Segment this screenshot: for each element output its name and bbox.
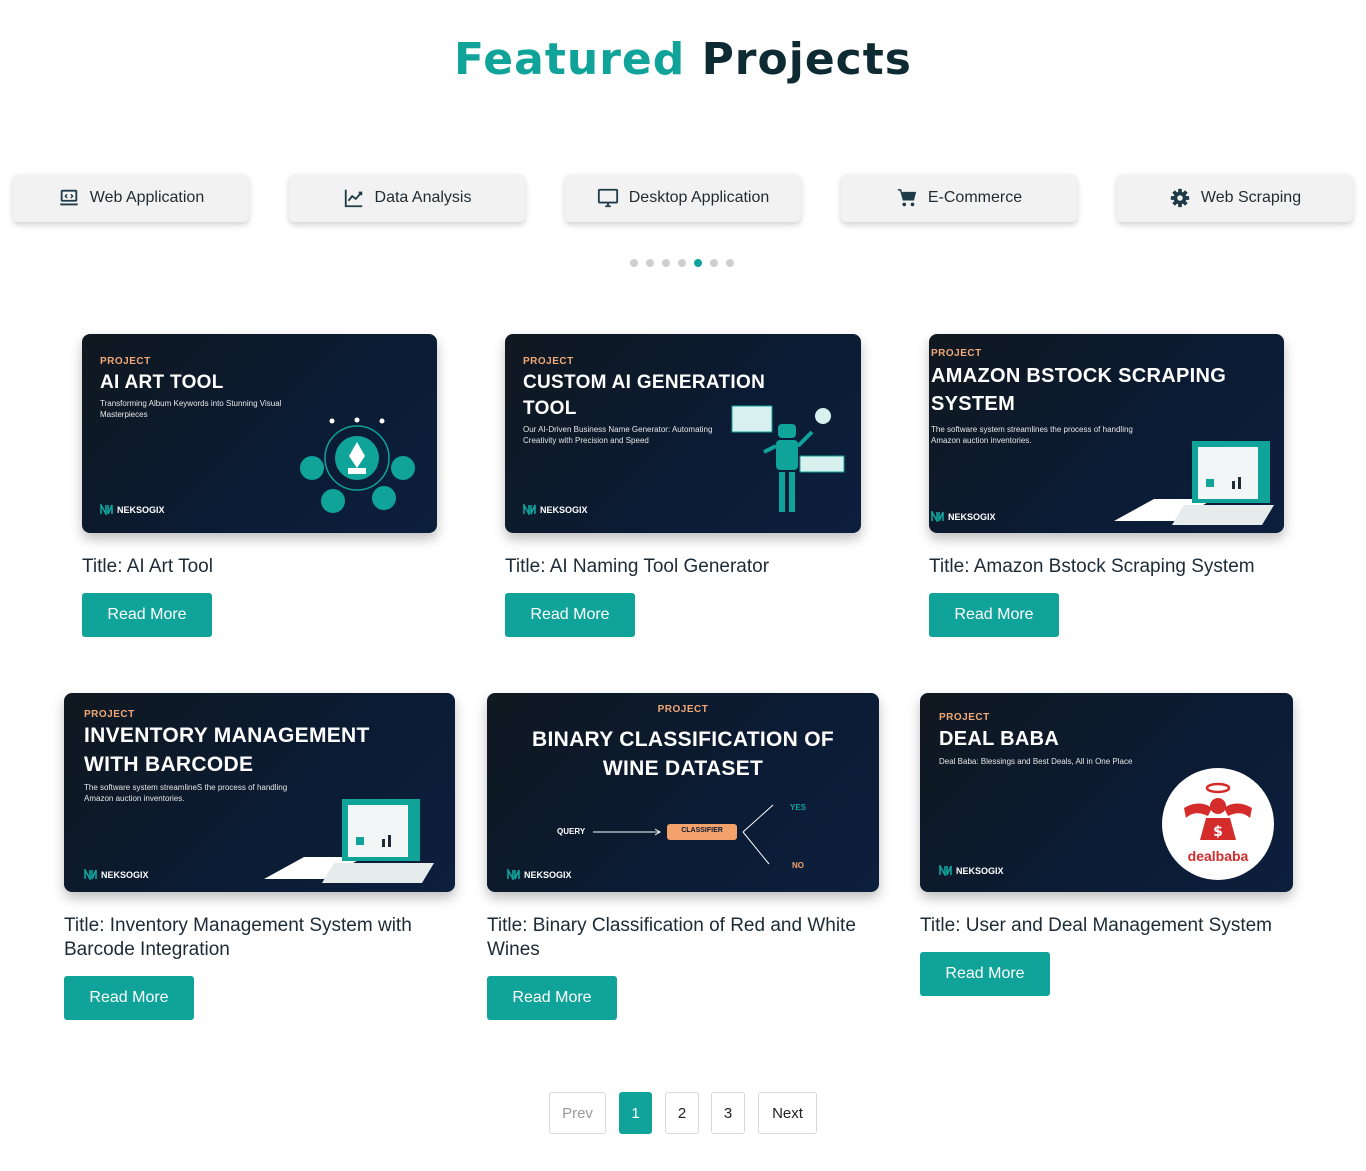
project-thumbnail[interactable]: PROJECT INVENTORY MANAGEMENT WITH BARCOD…: [64, 693, 455, 892]
read-more-button[interactable]: Read More: [505, 593, 635, 637]
category-web-application[interactable]: Web Application: [13, 174, 249, 222]
chart-line-icon: [344, 189, 362, 208]
carousel-dot[interactable]: [630, 259, 638, 267]
dealbaba-badge: $ dealbaba: [1162, 768, 1274, 880]
svg-text:$: $: [1213, 824, 1223, 840]
thumb-tag: PROJECT: [100, 356, 151, 367]
project-title: Title: AI Art Tool: [82, 556, 213, 577]
project-title: Title: AI Naming Tool Generator: [505, 556, 770, 577]
prev-page-button[interactable]: Prev: [549, 1092, 606, 1134]
brand-logo: NEKSOGIX: [100, 504, 165, 515]
brand-name: NEKSOGIX: [540, 504, 588, 515]
neksogix-logo-icon: [507, 869, 520, 880]
heading-accent: Featured: [454, 34, 686, 85]
read-more-button[interactable]: Read More: [82, 593, 212, 637]
brand-logo: NEKSOGIX: [507, 869, 572, 880]
carousel-dot[interactable]: [710, 259, 718, 267]
badge-text: dealbaba: [1187, 848, 1249, 864]
page-button-1[interactable]: 1: [619, 1092, 652, 1134]
section-heading: Featured Projects: [0, 34, 1366, 85]
thumb-title: INVENTORY MANAGEMENT WITH BARCODE: [84, 724, 370, 776]
brand-logo: NEKSOGIX: [939, 865, 1004, 876]
robot-illustration: [731, 405, 845, 512]
neksogix-logo-icon: [931, 511, 944, 522]
brand-name: NEKSOGIX: [101, 869, 149, 880]
laptop-dashboard-illustration: [1114, 441, 1274, 525]
gear-icon: [1170, 188, 1190, 208]
thumb-tag: PROJECT: [931, 348, 982, 359]
category-label: Web Scraping: [1200, 189, 1302, 206]
brand-name: NEKSOGIX: [524, 869, 572, 880]
brand-logo: NEKSOGIX: [931, 511, 996, 522]
category-label: E-Commerce: [927, 189, 1023, 206]
thumb-tag: PROJECT: [939, 712, 990, 723]
category-data-analysis[interactable]: Data Analysis: [289, 174, 525, 222]
carousel-dot[interactable]: [678, 259, 686, 267]
project-title: Title: User and Deal Management System: [920, 915, 1273, 936]
heading-rest: Projects: [701, 34, 912, 85]
laptop-code-icon: [59, 189, 78, 206]
thumb-tag: PROJECT: [523, 356, 574, 367]
brand-name: NEKSOGIX: [956, 865, 1004, 876]
brand-logo: NEKSOGIX: [523, 504, 588, 515]
thumb-subtitle: Deal Baba: Blessings and Best Deals, All…: [939, 757, 1133, 766]
category-label: Desktop Application: [628, 189, 770, 206]
diagram-classifier-label: CLASSIFIER: [681, 827, 723, 834]
diagram-yes-label: YES: [790, 803, 807, 812]
thumb-tag: PROJECT: [84, 709, 135, 720]
page-button-2[interactable]: 2: [665, 1092, 699, 1134]
winged-money-bag-icon: $: [1184, 782, 1252, 840]
category-e-commerce[interactable]: E-Commerce: [841, 174, 1077, 222]
project-thumbnail[interactable]: PROJECT DEAL BABA Deal Baba: Blessings a…: [920, 693, 1293, 892]
category-label: Data Analysis: [374, 189, 472, 206]
carousel-dot[interactable]: [694, 259, 702, 267]
thumb-title: DEAL BABA: [939, 728, 1060, 750]
desktop-icon: [597, 188, 618, 208]
laptop-dashboard-illustration: [264, 799, 434, 883]
read-more-button[interactable]: Read More: [929, 593, 1059, 637]
carousel-dots: [630, 259, 734, 267]
thumb-subtitle: Our AI-Driven Business Name Generator: A…: [523, 425, 713, 445]
category-desktop-application[interactable]: Desktop Application: [565, 174, 801, 222]
carousel-dot[interactable]: [646, 259, 654, 267]
neksogix-logo-icon: [84, 869, 97, 880]
pen-tool-illustration: [300, 417, 415, 513]
brand-logo: NEKSOGIX: [84, 869, 149, 880]
project-title: Title: Binary Classification of Red and …: [487, 915, 856, 960]
shopping-cart-icon: [897, 189, 917, 207]
page-button-3[interactable]: 3: [711, 1092, 745, 1134]
project-thumbnail[interactable]: PROJECT BINARY CLASSIFICATION OF WINE DA…: [487, 693, 879, 892]
diagram-no-label: NO: [792, 861, 804, 870]
read-more-button[interactable]: Read More: [487, 976, 617, 1020]
read-more-button[interactable]: Read More: [920, 952, 1050, 996]
category-web-scraping[interactable]: Web Scraping: [1117, 174, 1353, 222]
thumb-title: AMAZON BSTOCK SCRAPING SYSTEM: [931, 365, 1227, 415]
project-title: Title: Inventory Management System with …: [64, 915, 412, 960]
thumb-subtitle: Transforming Album Keywords into Stunnin…: [100, 399, 282, 419]
project-title: Title: Amazon Bstock Scraping System: [929, 556, 1255, 577]
diagram-query-label: QUERY: [557, 827, 586, 836]
neksogix-logo-icon: [100, 504, 113, 515]
project-thumbnail[interactable]: PROJECT CUSTOM AI GENERATION TOOL Our AI…: [505, 334, 861, 533]
category-carousel: Web Application Data Analysis Desktop Ap…: [0, 174, 1366, 224]
category-label: Web Application: [89, 189, 205, 206]
brand-name: NEKSOGIX: [948, 511, 996, 522]
neksogix-logo-icon: [523, 504, 536, 515]
next-page-button[interactable]: Next: [758, 1092, 817, 1134]
carousel-dot[interactable]: [662, 259, 670, 267]
project-thumbnail[interactable]: PROJECT AMAZON BSTOCK SCRAPING SYSTEM Th…: [929, 334, 1284, 533]
brand-name: NEKSOGIX: [117, 504, 165, 515]
classification-diagram: QUERY CLASSIFIER YES NO: [487, 693, 879, 892]
project-thumbnail[interactable]: PROJECT AI ART TOOL Transforming Album K…: [82, 334, 437, 533]
read-more-button[interactable]: Read More: [64, 976, 194, 1020]
carousel-dot[interactable]: [726, 259, 734, 267]
thumb-title: AI ART TOOL: [100, 372, 224, 393]
neksogix-logo-icon: [939, 865, 952, 876]
